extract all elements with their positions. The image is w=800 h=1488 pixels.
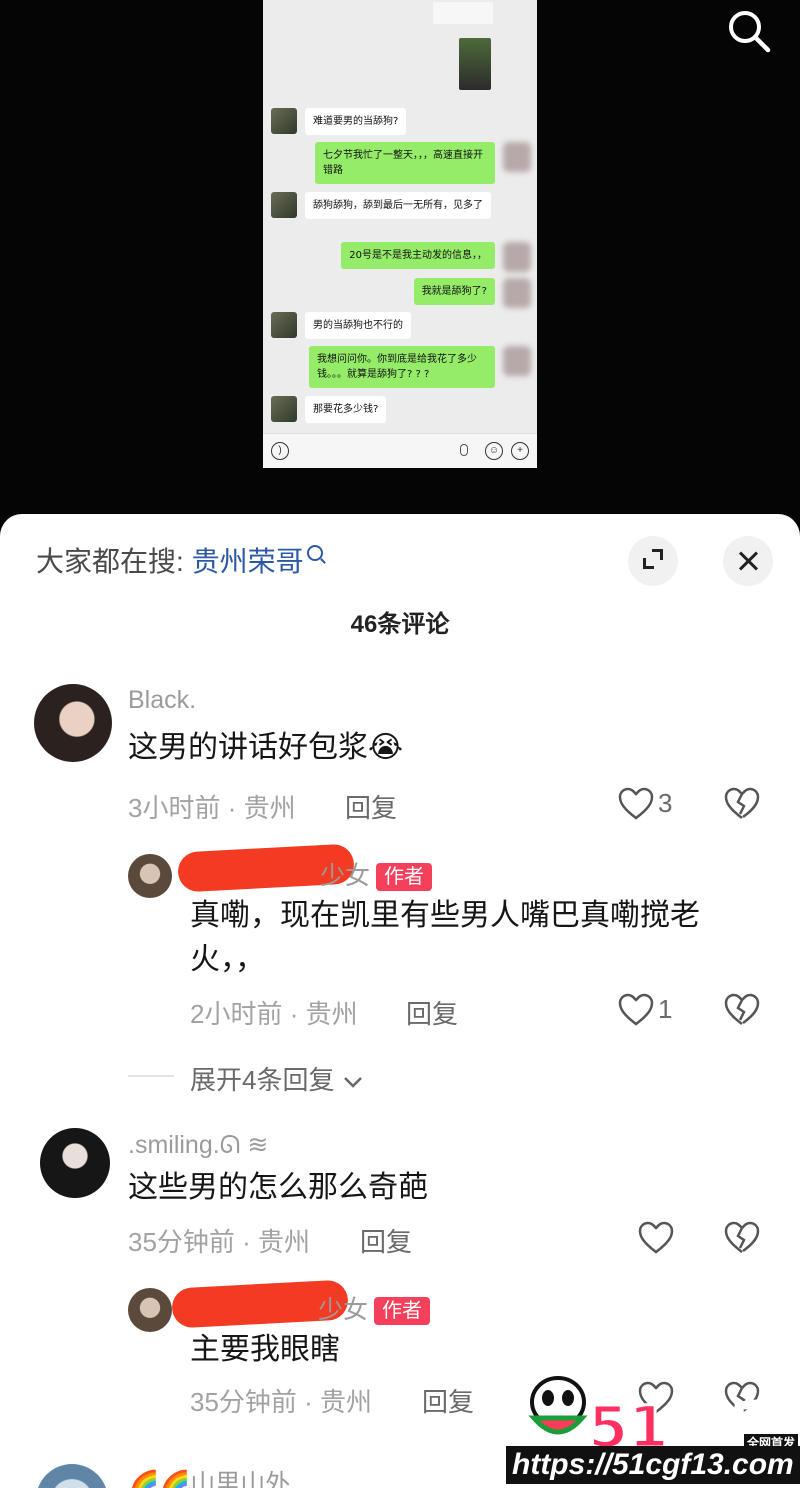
avatar[interactable] bbox=[36, 1464, 108, 1488]
plus-icon: + bbox=[511, 442, 529, 460]
chat-message: 那要花多少钱? bbox=[271, 396, 387, 423]
dislike-broken-heart-icon[interactable] bbox=[722, 990, 762, 1030]
comment-text[interactable]: 这些男的怎么那么奇葩 bbox=[128, 1166, 428, 1210]
chat-message: 舔狗舔狗，舔到最后一无所有，见多了 bbox=[271, 192, 491, 219]
expand-replies-button[interactable]: 展开4条回复 bbox=[190, 1060, 364, 1097]
chat-message: 七夕节我忙了一整天，，，高速直接开错路 bbox=[305, 142, 531, 184]
video-player[interactable]: 难道要男的当舔狗? 七夕节我忙了一整天，，，高速直接开错路 舔狗舔狗，舔到最后一… bbox=[0, 0, 800, 520]
author-badge: 作者 bbox=[374, 1297, 431, 1326]
self-avatar-blurred bbox=[503, 142, 531, 172]
comment-text[interactable]: 这男的讲话好包浆😭 bbox=[128, 726, 403, 770]
chat-message: 我就是舔狗了? bbox=[305, 278, 531, 308]
chat-bubble-incoming: 男的当舔狗也不行的 bbox=[305, 312, 411, 339]
search-icon[interactable] bbox=[726, 8, 772, 54]
comment-meta: 35分钟前 · 贵州 bbox=[128, 1227, 311, 1257]
chat-bubble-outgoing: 七夕节我忙了一整天，，，高速直接开错路 bbox=[315, 142, 495, 184]
search-hint-label: 大家都在搜: bbox=[36, 546, 184, 577]
comment-meta: 35分钟前 · 贵州 bbox=[190, 1387, 373, 1417]
comment-location: 贵州 bbox=[258, 1227, 311, 1257]
comment-author[interactable]: .smiling.ᘏ ≋ bbox=[128, 1130, 268, 1160]
like-heart-icon[interactable] bbox=[616, 990, 656, 1030]
crying-emoji-icon: 😭 bbox=[368, 731, 404, 764]
comment-author[interactable]: 少女 作者 bbox=[318, 1290, 431, 1326]
expand-replies-label: 展开4条回复 bbox=[190, 1065, 335, 1095]
chat-bubble-incoming: 舔狗舔狗，舔到最后一无所有，见多了 bbox=[305, 192, 491, 219]
expand-button[interactable] bbox=[628, 536, 678, 586]
comment-author[interactable]: 🌈🌈山里山外 bbox=[128, 1464, 290, 1488]
search-icon bbox=[306, 545, 323, 561]
reply-button[interactable]: 回复 bbox=[422, 1382, 474, 1419]
chat-message: 难道要男的当舔狗? bbox=[271, 108, 407, 135]
comment-meta: 3小时前 · 贵州 bbox=[128, 793, 296, 823]
avatar[interactable] bbox=[128, 1288, 172, 1332]
chat-bubble-incoming: 难道要男的当舔狗? bbox=[305, 108, 407, 135]
expand-divider bbox=[128, 1075, 174, 1077]
comment-text-content: 这男的讲话好包浆 bbox=[128, 731, 368, 764]
chat-message: 20号是不是我主动发的信息，， bbox=[305, 242, 531, 272]
comments-sheet: 大家都在搜: 贵州荣哥 46条评论 Black. 这男的讲话好包浆😭 3小时前 … bbox=[0, 514, 800, 1488]
comment-location: 贵州 bbox=[320, 1387, 373, 1417]
chevron-down-icon bbox=[343, 1077, 362, 1088]
chat-bubble-outgoing: 20号是不是我主动发的信息，， bbox=[341, 242, 495, 269]
contact-avatar bbox=[271, 108, 297, 134]
comment-time: 35分钟前 bbox=[128, 1227, 235, 1257]
emoji-icon: ☺ bbox=[485, 442, 503, 460]
comment-location: 贵州 bbox=[305, 999, 358, 1029]
author-badge: 作者 bbox=[376, 863, 433, 892]
search-term-link[interactable]: 贵州荣哥 bbox=[192, 546, 304, 577]
close-button[interactable] bbox=[723, 536, 773, 586]
comment-meta: 2小时前 · 贵州 bbox=[190, 999, 358, 1029]
chat-message: 我想问问你。你到底是给我花了多少钱。。。就算是舔狗了? ? ? bbox=[305, 346, 531, 388]
shared-image-thumb bbox=[459, 38, 491, 90]
chat-bubble-outgoing: 我想问问你。你到底是给我花了多少钱。。。就算是舔狗了? ? ? bbox=[309, 346, 495, 388]
comment-time: 3小时前 bbox=[128, 793, 221, 823]
top-chat-fragment bbox=[433, 2, 493, 24]
watermark: 51吃瓜 全网首发 https://51cgf13.com bbox=[504, 1372, 800, 1488]
self-avatar-blurred bbox=[503, 278, 531, 308]
like-heart-icon[interactable] bbox=[616, 784, 656, 824]
watermark-url: https://51cgf13.com bbox=[506, 1446, 800, 1484]
comment-author[interactable]: 少女 作者 bbox=[320, 856, 433, 892]
avatar[interactable] bbox=[40, 1128, 110, 1198]
chat-input-bar: ) ☺ + bbox=[263, 433, 537, 468]
expand-icon-part bbox=[652, 549, 663, 560]
reply-button[interactable]: 回复 bbox=[406, 994, 458, 1031]
reply-button[interactable]: 回复 bbox=[345, 788, 397, 825]
dislike-broken-heart-icon[interactable] bbox=[722, 1218, 762, 1258]
chat-bubble-outgoing: 我就是舔狗了? bbox=[413, 278, 495, 305]
avatar[interactable] bbox=[34, 684, 112, 762]
chat-screenshot: 难道要男的当舔狗? 七夕节我忙了一整天，，，高速直接开错路 舔狗舔狗，舔到最后一… bbox=[263, 0, 537, 468]
self-avatar-blurred bbox=[503, 346, 531, 376]
chat-message: 男的当舔狗也不行的 bbox=[271, 312, 411, 339]
mic-icon bbox=[460, 444, 468, 456]
comment-location: 贵州 bbox=[243, 793, 296, 823]
self-avatar-blurred bbox=[503, 242, 531, 272]
chat-bubble-incoming: 那要花多少钱? bbox=[305, 396, 387, 423]
comment-text[interactable]: 主要我眼瞎 bbox=[190, 1328, 340, 1372]
avatar[interactable] bbox=[128, 854, 172, 898]
comment-time: 2小时前 bbox=[190, 999, 283, 1029]
contact-avatar bbox=[271, 192, 297, 218]
comment-count-title: 46条评论 bbox=[350, 611, 450, 638]
comment-author[interactable]: Black. bbox=[128, 686, 196, 715]
like-count: 3 bbox=[658, 788, 673, 818]
watermelon-mascot-icon bbox=[528, 1376, 588, 1435]
trending-search-hint[interactable]: 大家都在搜: 贵州荣哥 bbox=[36, 540, 323, 580]
contact-avatar bbox=[271, 312, 297, 338]
comment-time: 35分钟前 bbox=[190, 1387, 297, 1417]
dislike-broken-heart-icon[interactable] bbox=[722, 784, 762, 824]
contact-avatar bbox=[271, 396, 297, 422]
author-name-suffix: 少女 bbox=[320, 862, 371, 890]
author-name-suffix: 少女 bbox=[318, 1296, 369, 1324]
reply-button[interactable]: 回复 bbox=[360, 1222, 412, 1259]
like-count: 1 bbox=[658, 994, 673, 1024]
voice-toggle-icon: ) bbox=[271, 442, 289, 460]
like-heart-icon[interactable] bbox=[636, 1218, 676, 1258]
comment-text[interactable]: 真嘞，现在凯里有些男人嘴巴真嘞搅老火，， bbox=[190, 894, 750, 982]
